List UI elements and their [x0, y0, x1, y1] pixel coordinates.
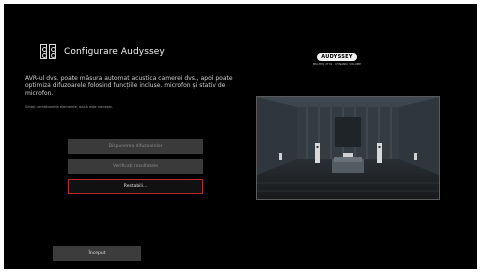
room-illustration — [256, 96, 440, 200]
start-button[interactable]: Început — [53, 246, 141, 261]
speakers-icon — [40, 44, 58, 60]
page-title: Configurare Audyssey — [64, 47, 165, 57]
page-header: Configurare Audyssey — [40, 44, 165, 60]
audyssey-logo: AUDYSSEY MULTEQ XT32 · DYNAMIC VOLUME — [309, 43, 365, 66]
speaker-layout-button[interactable]: Dispunerea difuzoarelor — [68, 139, 203, 154]
listening-room-image — [257, 97, 439, 199]
description-text: AVR-ul dvs. poate măsura automat acustic… — [25, 75, 233, 97]
setup-screen: Configurare Audyssey AUDYSSEY MULTEQ XT3… — [4, 4, 477, 269]
audyssey-logo-subtitle: MULTEQ XT32 · DYNAMIC VOLUME — [312, 63, 362, 66]
check-results-button[interactable]: Verificați rezultatele — [68, 159, 203, 174]
hint-text: Setați următoarele elemente, dacă este n… — [25, 105, 113, 109]
audyssey-logo-brand: AUDYSSEY — [317, 53, 357, 61]
restore-button[interactable]: Restabili... — [68, 179, 203, 194]
